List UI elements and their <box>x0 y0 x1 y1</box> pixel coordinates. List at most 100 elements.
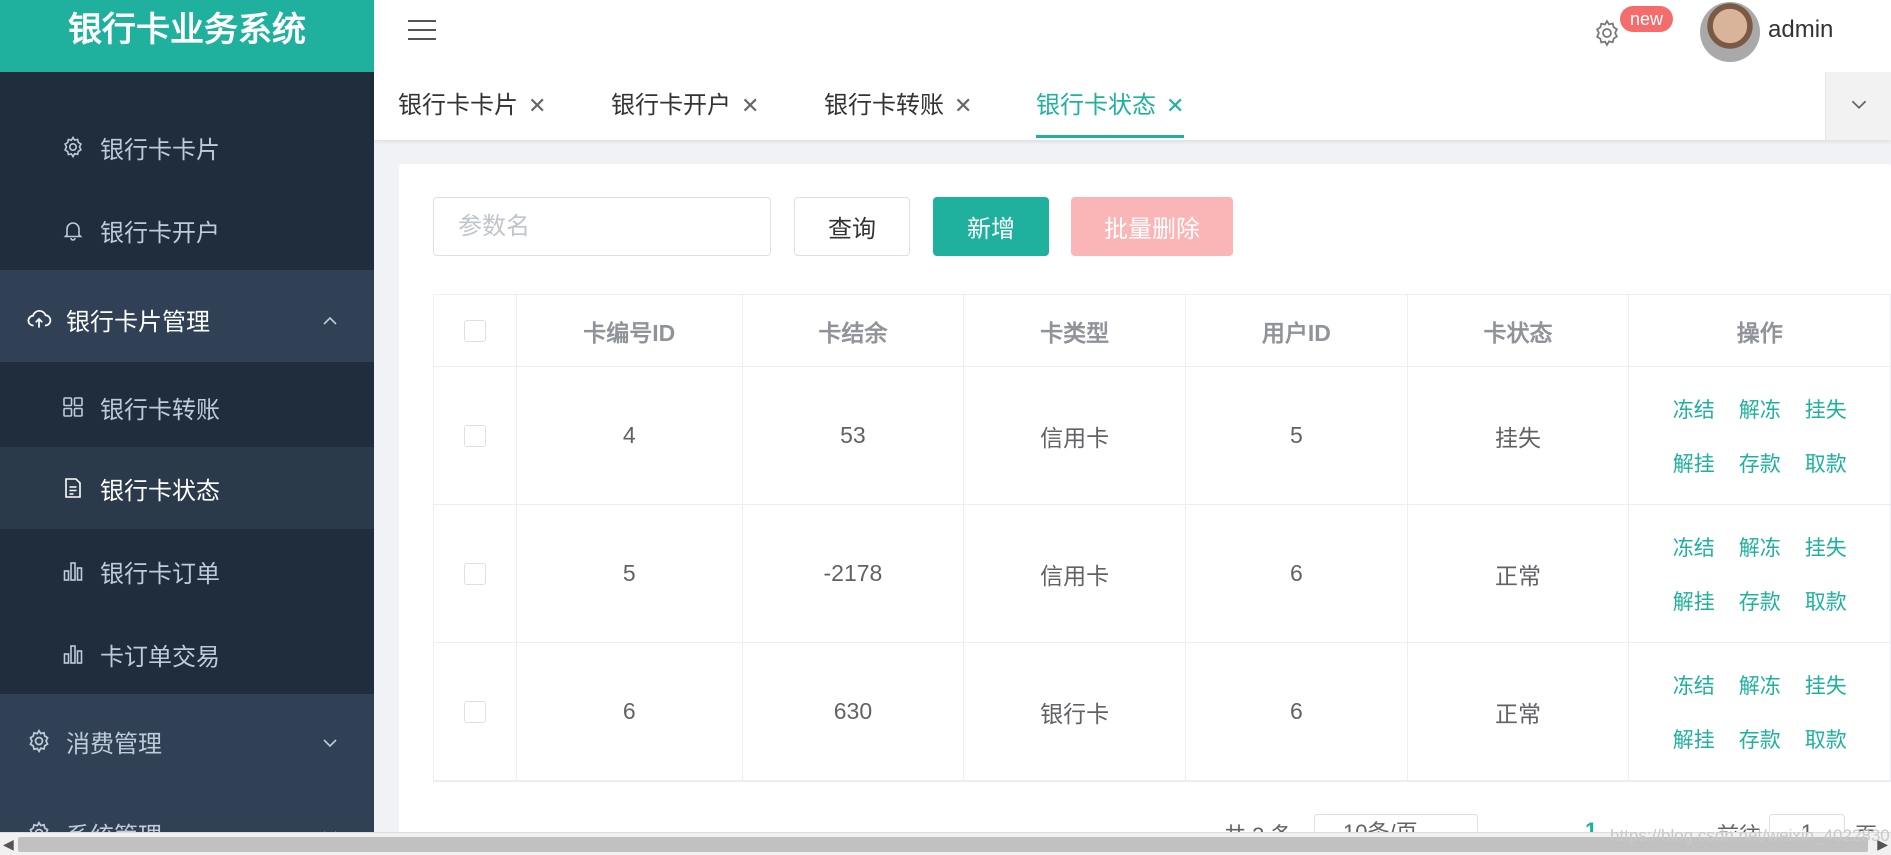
cell-status: 挂失 <box>1408 367 1630 504</box>
cell-user-id: 6 <box>1186 643 1408 780</box>
cell-actions: 冻结 解冻 挂失 解挂 存款 取款 <box>1629 367 1890 504</box>
report-loss-link[interactable]: 挂失 <box>1793 394 1859 424</box>
chevron-up-icon <box>322 305 338 333</box>
scrollbar-thumb[interactable] <box>18 837 1868 852</box>
tab-label: 银行卡转账 <box>824 92 944 119</box>
cell-status: 正常 <box>1408 505 1630 642</box>
unfreeze-link[interactable]: 解冻 <box>1727 670 1793 700</box>
withdraw-link[interactable]: 取款 <box>1793 724 1859 754</box>
report-loss-link[interactable]: 挂失 <box>1793 532 1859 562</box>
sidebar-item-label: 银行卡转账 <box>100 396 220 424</box>
data-table: 卡编号ID 卡结余 卡类型 用户ID 卡状态 操作 4 53 信用卡 5 挂失 … <box>433 294 1891 782</box>
cancel-loss-link[interactable]: 解挂 <box>1661 448 1727 478</box>
chevron-down-icon <box>322 819 338 832</box>
withdraw-link[interactable]: 取款 <box>1793 448 1859 478</box>
column-header: 操作 <box>1736 319 1783 346</box>
sidebar-item-order-trade[interactable]: 卡订单交易 <box>0 613 374 695</box>
column-header: 卡类型 <box>964 295 1186 366</box>
query-button[interactable]: 查询 <box>794 197 910 256</box>
add-button[interactable]: 新增 <box>933 197 1049 256</box>
sidebar-item-label: 银行卡开户 <box>100 219 220 247</box>
header-select <box>434 295 517 366</box>
deposit-link[interactable]: 存款 <box>1727 448 1793 478</box>
gear-icon <box>26 820 52 832</box>
sidebar-item-label: 银行卡订单 <box>100 560 220 588</box>
tab-card[interactable]: 银行卡卡片 ✕ <box>398 72 546 140</box>
chevron-down-icon <box>1850 97 1868 115</box>
deposit-link[interactable]: 存款 <box>1727 586 1793 616</box>
sidebar-group-system[interactable]: 系统管理 <box>0 790 374 832</box>
select-all-checkbox[interactable] <box>463 319 486 342</box>
row-select <box>434 643 517 780</box>
sidebar-group-label: 银行卡片管理 <box>66 308 210 336</box>
freeze-link[interactable]: 冻结 <box>1661 532 1727 562</box>
top-navbar: new admin <box>374 0 1891 72</box>
close-icon[interactable]: ✕ <box>1166 93 1184 118</box>
column-header: 卡结余 <box>743 295 965 366</box>
table-row: 4 53 信用卡 5 挂失 冻结 解冻 挂失 解挂 存款 取款 <box>434 367 1890 505</box>
search-input[interactable] <box>433 197 771 256</box>
sidebar-group-label: 消费管理 <box>66 730 162 758</box>
table-row: 6 630 银行卡 6 正常 冻结 解冻 挂失 解挂 存款 取款 <box>434 643 1890 781</box>
sidebar-item-open-account[interactable]: 银行卡开户 <box>0 189 374 271</box>
sidebar-item-label: 银行卡状态 <box>100 477 220 505</box>
close-icon[interactable]: ✕ <box>528 93 546 118</box>
batch-delete-button[interactable]: 批量删除 <box>1071 197 1233 256</box>
freeze-link[interactable]: 冻结 <box>1661 670 1727 700</box>
cancel-loss-link[interactable]: 解挂 <box>1661 724 1727 754</box>
cell-user-id: 6 <box>1186 505 1408 642</box>
deposit-link[interactable]: 存款 <box>1727 724 1793 754</box>
row-checkbox[interactable] <box>463 424 486 447</box>
tabs-dropdown-button[interactable] <box>1825 72 1891 140</box>
tab-transfer[interactable]: 银行卡转账 ✕ <box>824 72 972 140</box>
cell-type: 信用卡 <box>964 505 1186 642</box>
sidebar-item-card-order[interactable]: 银行卡订单 <box>0 530 374 612</box>
hamburger-icon[interactable] <box>408 20 436 44</box>
cancel-loss-link[interactable]: 解挂 <box>1661 586 1727 616</box>
username[interactable]: admin <box>1768 16 1833 44</box>
scroll-left-arrow-icon[interactable]: ◀ <box>3 836 14 853</box>
unfreeze-link[interactable]: 解冻 <box>1727 532 1793 562</box>
table-row: 5 -2178 信用卡 6 正常 冻结 解冻 挂失 解挂 存款 取款 <box>434 505 1890 643</box>
tab-label: 银行卡状态 <box>1036 92 1156 119</box>
cell-id: 4 <box>517 367 743 504</box>
content-card: 查询 新增 批量删除 卡编号ID 卡结余 卡类型 用户ID 卡状态 操作 4 5… <box>399 164 1891 850</box>
tab-label: 银行卡卡片 <box>398 92 518 119</box>
column-header: 卡状态 <box>1408 295 1630 366</box>
cell-id: 5 <box>517 505 743 642</box>
sidebar: 银行卡业务系统 银行卡卡片 银行卡开户 银行卡片管理 银行卡转账 银行卡状态 银… <box>0 0 374 832</box>
sidebar-item-label: 银行卡卡片 <box>100 136 220 164</box>
sidebar-group-card-manage[interactable]: 银行卡片管理 <box>0 276 374 362</box>
row-checkbox[interactable] <box>463 700 486 723</box>
chevron-down-icon <box>322 727 338 755</box>
cell-id: 6 <box>517 643 743 780</box>
sidebar-group-consume[interactable]: 消费管理 <box>0 698 374 784</box>
report-loss-link[interactable]: 挂失 <box>1793 670 1859 700</box>
row-select <box>434 367 517 504</box>
row-checkbox[interactable] <box>463 562 486 585</box>
cell-status: 正常 <box>1408 643 1630 780</box>
sidebar-item-label: 卡订单交易 <box>100 643 220 671</box>
tab-label: 银行卡开户 <box>611 92 731 119</box>
bell-icon <box>60 217 86 243</box>
sidebar-item-transfer[interactable]: 银行卡转账 <box>0 366 374 448</box>
tags-view: 银行卡卡片 ✕ 银行卡开户 ✕ 银行卡转账 ✕ 银行卡状态 ✕ <box>374 72 1891 140</box>
avatar[interactable] <box>1700 2 1760 62</box>
horizontal-scrollbar[interactable]: ◀ ▶ <box>0 832 1891 855</box>
cell-actions: 冻结 解冻 挂失 解挂 存款 取款 <box>1629 505 1890 642</box>
close-icon[interactable]: ✕ <box>741 93 759 118</box>
column-header: 用户ID <box>1186 295 1408 366</box>
watermark: https://blog.csdn.net/weixin_4022830 <box>1610 826 1890 845</box>
sidebar-group-label: 系统管理 <box>66 816 162 833</box>
cell-actions: 冻结 解冻 挂失 解挂 存款 取款 <box>1629 643 1890 780</box>
close-icon[interactable]: ✕ <box>954 93 972 118</box>
column-header: 卡编号ID <box>517 295 743 366</box>
tab-open-account[interactable]: 银行卡开户 ✕ <box>611 72 759 140</box>
bar-chart-icon <box>60 641 86 667</box>
cell-balance: 53 <box>743 367 965 504</box>
withdraw-link[interactable]: 取款 <box>1793 586 1859 616</box>
freeze-link[interactable]: 冻结 <box>1661 394 1727 424</box>
tab-card-status[interactable]: 银行卡状态 ✕ <box>1036 72 1185 138</box>
sidebar-item-card-status[interactable]: 银行卡状态 <box>0 447 374 529</box>
unfreeze-link[interactable]: 解冻 <box>1727 394 1793 424</box>
